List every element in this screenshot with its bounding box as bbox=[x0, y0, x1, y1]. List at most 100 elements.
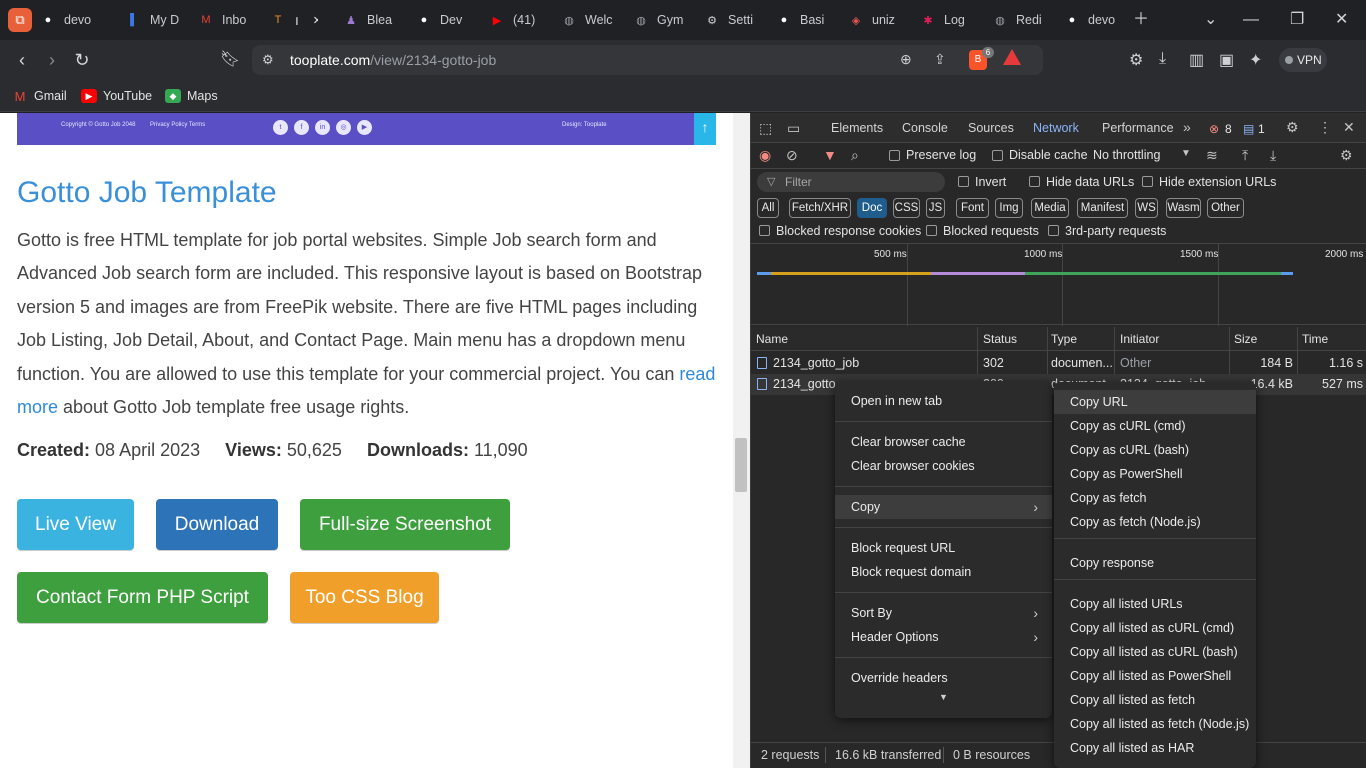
zoom-icon[interactable]: ⊕ bbox=[900, 51, 912, 68]
filter-icon[interactable]: ▼ bbox=[823, 147, 837, 163]
type-filter-chip[interactable]: Other bbox=[1207, 198, 1244, 218]
message-icon[interactable]: ▤ bbox=[1243, 122, 1254, 136]
submenu-item[interactable]: Copy as fetch bbox=[1054, 486, 1256, 510]
browser-tab[interactable]: ♟ Blea bbox=[343, 8, 405, 32]
browser-tab[interactable]: ● Dev bbox=[416, 8, 478, 32]
live-view-button[interactable]: Live View bbox=[17, 499, 134, 550]
submenu-item[interactable]: Copy all listed as fetch (Node.js) bbox=[1054, 712, 1256, 736]
column-time[interactable]: Time bbox=[1302, 332, 1328, 346]
network-timeline-overview[interactable]: 500 ms 1000 ms 1500 ms 2000 ms bbox=[751, 243, 1366, 326]
menu-open-new-tab[interactable]: Open in new tab bbox=[835, 389, 1052, 413]
browser-tab[interactable]: ◍ Gym bbox=[633, 8, 695, 32]
preserve-log-checkbox[interactable] bbox=[889, 150, 900, 161]
type-filter-chip[interactable]: Wasm bbox=[1166, 198, 1201, 218]
browser-tab[interactable]: ▌ My D bbox=[126, 8, 188, 32]
type-filter-chip[interactable]: Font bbox=[956, 198, 989, 218]
type-filter-chip[interactable]: All bbox=[757, 198, 779, 218]
new-tab-icon[interactable]: ＋ bbox=[1133, 9, 1149, 31]
menu-override-headers[interactable]: Override headers bbox=[835, 666, 1052, 690]
type-filter-chip[interactable]: Fetch/XHR bbox=[789, 198, 851, 218]
submenu-item[interactable]: Copy response bbox=[1054, 551, 1256, 575]
invert-checkbox[interactable] bbox=[958, 176, 969, 187]
blocked-cookies-checkbox[interactable] bbox=[759, 225, 770, 236]
browser-tab[interactable]: T । ✕ bbox=[270, 8, 318, 32]
menu-header-options[interactable]: Header Options › bbox=[835, 625, 1052, 649]
submenu-item[interactable]: Copy all listed as cURL (cmd) bbox=[1054, 616, 1256, 640]
column-status[interactable]: Status bbox=[983, 332, 1017, 346]
browser-tab[interactable]: ● devo bbox=[1064, 8, 1126, 32]
browser-tab[interactable]: ⚙ Setti bbox=[704, 8, 766, 32]
network-settings-icon[interactable]: ⚙ bbox=[1340, 147, 1353, 164]
clear-icon[interactable]: ⊘ bbox=[786, 147, 798, 164]
error-count[interactable]: 8 bbox=[1225, 122, 1232, 136]
brave-rewards-icon[interactable] bbox=[1003, 49, 1021, 65]
tab-performance[interactable]: Performance bbox=[1102, 121, 1174, 135]
settings-gear-icon[interactable]: ⚙ bbox=[1286, 119, 1299, 136]
disable-cache-checkbox[interactable] bbox=[992, 150, 1003, 161]
error-icon[interactable]: ⊗ bbox=[1209, 122, 1219, 136]
vpn-button[interactable]: VPN bbox=[1279, 48, 1327, 72]
submenu-item[interactable]: Copy as cURL (bash) bbox=[1054, 438, 1256, 462]
more-options-icon[interactable]: ⋮ bbox=[1318, 119, 1332, 136]
browser-tab[interactable]: ✱ Log bbox=[920, 8, 982, 32]
submenu-item[interactable]: Copy URL bbox=[1054, 390, 1256, 414]
throttling-select[interactable]: No throttling bbox=[1093, 148, 1160, 162]
bookmark-gmail[interactable]: M Gmail bbox=[12, 88, 67, 104]
close-devtools-icon[interactable]: ✕ bbox=[1343, 119, 1355, 136]
site-info-icon[interactable]: ⚙ bbox=[262, 52, 274, 68]
address-bar[interactable]: ⚙ tooplate.com/view/2134-gotto-job ⊕ ⇪ bbox=[252, 45, 1043, 75]
tab-elements[interactable]: Elements bbox=[831, 121, 883, 135]
browser-tab[interactable]: ◍ Welc bbox=[561, 8, 623, 32]
leo-ai-icon[interactable]: ✦ bbox=[1249, 50, 1262, 70]
column-initiator[interactable]: Initiator bbox=[1120, 332, 1159, 346]
back-to-top-icon[interactable]: ↑ bbox=[694, 113, 716, 145]
browser-tab[interactable]: ◈ uniz bbox=[848, 8, 910, 32]
export-har-icon[interactable]: ⤓ bbox=[1270, 147, 1276, 164]
menu-scroll-down-icon[interactable]: ▼ bbox=[939, 692, 948, 702]
submenu-item[interactable]: Copy as cURL (cmd) bbox=[1054, 414, 1256, 438]
page-scrollbar-thumb[interactable] bbox=[735, 438, 747, 492]
sidebar-icon[interactable]: ▥ bbox=[1189, 50, 1204, 70]
browser-tab[interactable]: ● devo bbox=[40, 8, 102, 32]
table-row[interactable]: 2134_gotto_job 302 documen... Other 184 … bbox=[751, 353, 1366, 374]
tab-console[interactable]: Console bbox=[902, 121, 948, 135]
menu-block-domain[interactable]: Block request domain bbox=[835, 560, 1052, 584]
menu-copy[interactable]: Copy › bbox=[835, 495, 1052, 519]
more-tabs-icon[interactable]: » bbox=[1183, 119, 1191, 135]
menu-clear-cookies[interactable]: Clear browser cookies bbox=[835, 454, 1052, 478]
full-size-screenshot-button[interactable]: Full-size Screenshot bbox=[300, 499, 510, 550]
wallet-icon[interactable]: ▣ bbox=[1219, 50, 1234, 70]
close-window-icon[interactable]: ✕ bbox=[1335, 9, 1348, 31]
restore-icon[interactable]: ❐ bbox=[1290, 9, 1304, 31]
menu-sort-by[interactable]: Sort By › bbox=[835, 601, 1052, 625]
type-filter-chip[interactable]: CSS bbox=[893, 198, 920, 218]
message-count[interactable]: 1 bbox=[1258, 122, 1265, 136]
downloads-icon[interactable]: ⤓ bbox=[1159, 50, 1166, 68]
device-toolbar-icon[interactable]: ▭ bbox=[787, 120, 800, 137]
download-button[interactable]: Download bbox=[156, 499, 278, 550]
hide-ext-urls-checkbox[interactable] bbox=[1142, 176, 1153, 187]
browser-tab[interactable]: ● Basi bbox=[776, 8, 838, 32]
browser-menu-icon[interactable]: ⧉ bbox=[8, 8, 32, 32]
contact-form-button[interactable]: Contact Form PHP Script bbox=[17, 572, 268, 623]
menu-block-url[interactable]: Block request URL bbox=[835, 536, 1052, 560]
bookmark-youtube[interactable]: ▶ YouTube bbox=[81, 88, 152, 104]
minimize-icon[interactable]: — bbox=[1243, 9, 1259, 31]
submenu-item[interactable]: Copy as PowerShell bbox=[1054, 462, 1256, 486]
import-har-icon[interactable]: ⤒ bbox=[1242, 147, 1248, 164]
type-filter-chip[interactable]: Doc bbox=[857, 198, 887, 218]
tab-network[interactable]: Network bbox=[1033, 121, 1079, 135]
throttling-dropdown-icon[interactable]: ▼ bbox=[1181, 148, 1191, 159]
search-icon[interactable]: ⌕ bbox=[851, 147, 859, 164]
submenu-item[interactable]: Copy all listed URLs bbox=[1054, 592, 1256, 616]
url-text[interactable]: tooplate.com/view/2134-gotto-job bbox=[290, 52, 496, 68]
submenu-item[interactable]: Copy as fetch (Node.js) bbox=[1054, 510, 1256, 534]
browser-tab[interactable]: ▶ (41) bbox=[489, 8, 551, 32]
bookmark-page-icon[interactable]: 🔖︎ bbox=[218, 48, 242, 72]
submenu-item[interactable]: Copy all listed as HAR bbox=[1054, 736, 1256, 760]
type-filter-chip[interactable]: Manifest bbox=[1077, 198, 1128, 218]
css-blog-button[interactable]: Too CSS Blog bbox=[290, 572, 439, 623]
type-filter-chip[interactable]: Media bbox=[1031, 198, 1069, 218]
share-icon[interactable]: ⇪ bbox=[934, 51, 946, 68]
submenu-item[interactable]: Copy all listed as PowerShell bbox=[1054, 664, 1256, 688]
